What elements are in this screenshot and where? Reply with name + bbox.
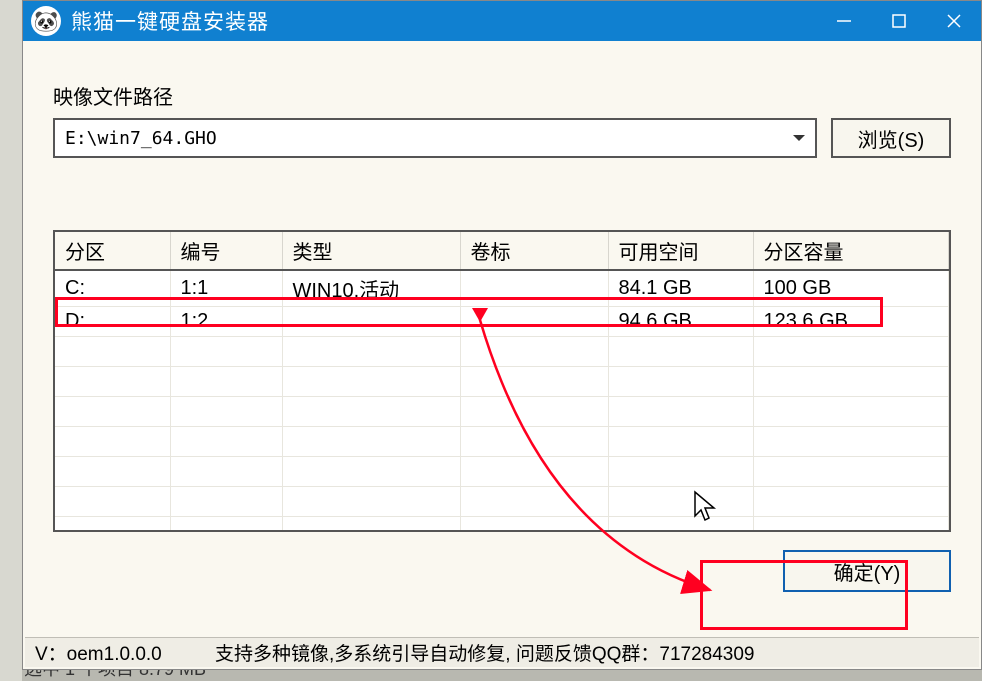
maximize-icon: [892, 14, 906, 28]
cell-number: 1:1: [170, 270, 282, 307]
cell-type: WIN10,活动: [282, 270, 460, 307]
cell-capacity: [753, 397, 949, 427]
table-row[interactable]: D:1:2 94.6 GB123.6 GB: [55, 307, 949, 337]
table-row: [55, 517, 949, 533]
table-row: [55, 487, 949, 517]
cell-type: [282, 307, 460, 337]
background-left-strip: [0, 0, 22, 681]
cell-free: 84.1 GB: [608, 270, 753, 307]
cell-number: [170, 367, 282, 397]
status-version: V：oem1.0.0.0: [35, 639, 215, 666]
ok-button[interactable]: 确定(Y): [783, 550, 951, 592]
cell-number: [170, 397, 282, 427]
cell-partition: D:: [55, 307, 170, 337]
cell-capacity: [753, 517, 949, 533]
cell-type: [282, 427, 460, 457]
content-area: 映像文件路径 浏览(S) 分区 编号 类型 卷标: [23, 41, 981, 602]
cell-free: [608, 367, 753, 397]
col-header-partition[interactable]: 分区: [55, 232, 170, 270]
titlebar: 🐼 熊猫一键硬盘安装器: [23, 1, 981, 41]
cell-partition: [55, 517, 170, 533]
cell-type: [282, 457, 460, 487]
image-path-row: 浏览(S): [53, 118, 951, 158]
cell-free: [608, 517, 753, 533]
col-header-number[interactable]: 编号: [170, 232, 282, 270]
table-row: [55, 397, 949, 427]
main-window: 🐼 熊猫一键硬盘安装器 映像文件路径 浏览(S): [22, 0, 982, 670]
cell-partition: [55, 487, 170, 517]
cell-free: [608, 397, 753, 427]
cell-free: [608, 427, 753, 457]
table-row: [55, 337, 949, 367]
close-icon: [946, 13, 962, 29]
table-row: [55, 427, 949, 457]
cell-type: [282, 517, 460, 533]
cell-number: [170, 427, 282, 457]
window-title: 熊猫一键硬盘安装器: [71, 6, 816, 36]
cell-number: [170, 337, 282, 367]
cell-free: [608, 337, 753, 367]
image-path-label: 映像文件路径: [53, 81, 951, 110]
window-controls: [816, 1, 981, 41]
maximize-button[interactable]: [871, 1, 926, 41]
cell-capacity: 123.6 GB: [753, 307, 949, 337]
app-panda-icon: 🐼: [31, 6, 61, 36]
cell-volume: [460, 337, 608, 367]
footer-row: 确定(Y): [53, 550, 951, 592]
cell-partition: C:: [55, 270, 170, 307]
cell-volume: [460, 367, 608, 397]
table-row[interactable]: C:1:1WIN10,活动 84.1 GB100 GB: [55, 270, 949, 307]
col-header-free[interactable]: 可用空间: [608, 232, 753, 270]
cell-volume: [460, 307, 608, 337]
cell-capacity: [753, 427, 949, 457]
cell-type: [282, 487, 460, 517]
cell-capacity: [753, 337, 949, 367]
close-button[interactable]: [926, 1, 981, 41]
browse-button[interactable]: 浏览(S): [831, 118, 951, 158]
image-path-input[interactable]: [65, 128, 793, 149]
cell-partition: [55, 367, 170, 397]
col-header-capacity[interactable]: 分区容量: [753, 232, 949, 270]
cell-type: [282, 337, 460, 367]
cell-volume: [460, 487, 608, 517]
cell-volume: [460, 457, 608, 487]
cell-number: 1:2: [170, 307, 282, 337]
minimize-button[interactable]: [816, 1, 871, 41]
cell-number: [170, 517, 282, 533]
cell-partition: [55, 427, 170, 457]
cell-volume: [460, 517, 608, 533]
cell-free: [608, 457, 753, 487]
partition-table: 分区 编号 类型 卷标 可用空间 分区容量 C:1:1WIN10,活动 84.1 …: [53, 230, 951, 532]
cell-capacity: [753, 367, 949, 397]
col-header-type[interactable]: 类型: [282, 232, 460, 270]
cell-partition: [55, 457, 170, 487]
cell-capacity: [753, 457, 949, 487]
cell-capacity: [753, 487, 949, 517]
cell-free: [608, 487, 753, 517]
cell-volume: [460, 397, 608, 427]
cell-volume: [460, 270, 608, 307]
table-row: [55, 457, 949, 487]
cell-number: [170, 457, 282, 487]
cell-type: [282, 367, 460, 397]
status-support-text: 支持多种镜像,多系统引导自动修复, 问题反馈QQ群：717284309: [215, 639, 969, 666]
statusbar: V：oem1.0.0.0 支持多种镜像,多系统引导自动修复, 问题反馈QQ群：7…: [25, 637, 979, 667]
image-path-combobox[interactable]: [53, 118, 817, 158]
cell-volume: [460, 427, 608, 457]
cell-partition: [55, 397, 170, 427]
table-row: [55, 367, 949, 397]
cell-partition: [55, 337, 170, 367]
cell-capacity: 100 GB: [753, 270, 949, 307]
col-header-volume[interactable]: 卷标: [460, 232, 608, 270]
chevron-down-icon: [793, 135, 805, 141]
cell-number: [170, 487, 282, 517]
table-header-row: 分区 编号 类型 卷标 可用空间 分区容量: [55, 232, 949, 270]
cell-free: 94.6 GB: [608, 307, 753, 337]
minimize-icon: [837, 14, 851, 28]
cell-type: [282, 397, 460, 427]
